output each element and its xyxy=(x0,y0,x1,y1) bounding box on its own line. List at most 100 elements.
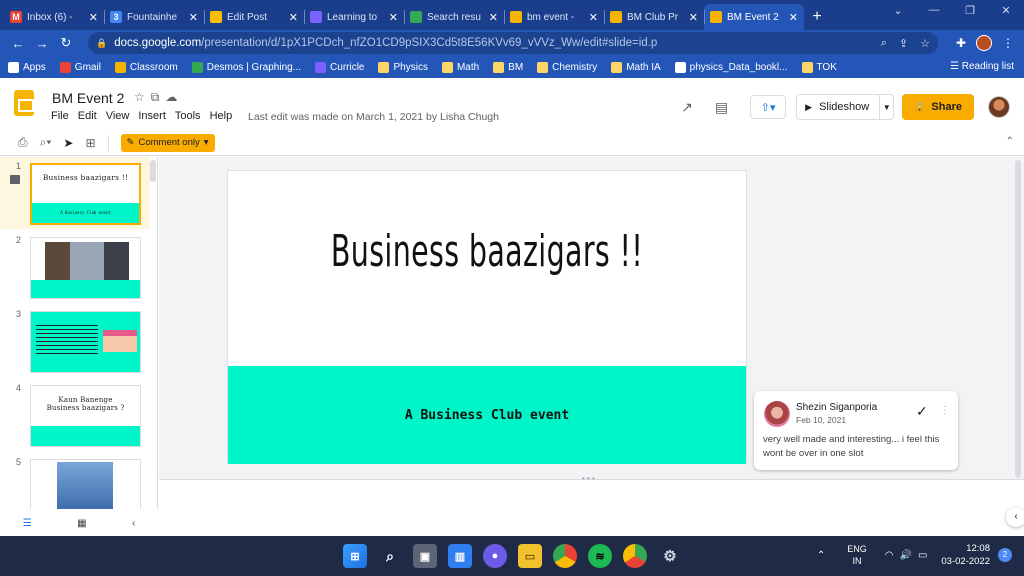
chrome-icon[interactable] xyxy=(553,544,577,568)
select-cursor-icon[interactable]: ➤ xyxy=(63,136,73,150)
bookmark-star-icon[interactable]: ☆ xyxy=(920,37,930,50)
file-explorer-icon[interactable]: ▭ xyxy=(518,544,542,568)
wifi-icon[interactable]: ◠ xyxy=(885,550,894,561)
browser-tab[interactable]: BM Club Pr ✕ xyxy=(604,4,704,30)
menu-tools[interactable]: Tools xyxy=(175,110,201,122)
bookmark-item[interactable]: Desmos | Graphing... xyxy=(191,61,301,73)
task-view-icon[interactable]: ▣ xyxy=(413,544,437,568)
back-arrow-icon[interactable]: ← xyxy=(6,36,30,51)
account-avatar[interactable] xyxy=(988,96,1010,118)
filmstrip-scrollbar[interactable] xyxy=(150,160,156,182)
close-tab-icon[interactable]: ✕ xyxy=(789,11,798,24)
bookmark-item[interactable]: Math IA xyxy=(611,61,661,73)
close-tab-icon[interactable]: ✕ xyxy=(189,11,198,24)
browser-tab[interactable]: 3 Fountainhe ✕ xyxy=(104,4,204,30)
settings-gear-icon[interactable]: ⚙ xyxy=(658,544,682,568)
move-folder-icon[interactable]: ⧉ xyxy=(151,90,166,104)
close-tab-icon[interactable]: ✕ xyxy=(289,11,298,24)
filmstrip-slide[interactable]: 1 Business baazigars !! A Business Club … xyxy=(0,157,150,229)
tab-search-icon[interactable]: ⌄ xyxy=(880,4,916,17)
extensions-puzzle-icon[interactable]: ✚ xyxy=(956,36,966,50)
filmstrip-slide[interactable]: 2 xyxy=(0,231,150,303)
slideshow-button[interactable]: ▶ Slideshow ▼ xyxy=(796,94,895,120)
browser-tab[interactable]: BM Event 2 ✕ xyxy=(704,4,804,30)
forward-arrow-icon[interactable]: → xyxy=(30,36,54,51)
canvas-scrollbar[interactable] xyxy=(1015,160,1021,478)
close-tab-icon[interactable]: ✕ xyxy=(389,11,398,24)
filmstrip-view-icon[interactable]: ☰ xyxy=(23,518,32,529)
mode-dropdown[interactable]: ✎ Comment only ▾ xyxy=(120,133,215,152)
side-panel-toggle-icon[interactable]: ‹ xyxy=(1006,507,1024,527)
reload-icon[interactable]: ↻ xyxy=(54,35,78,51)
comment-card[interactable]: Shezin Siganporia Feb 10, 2021 ✓ ⋮ very … xyxy=(754,391,958,470)
filmstrip-slide[interactable]: 3 xyxy=(0,305,150,377)
slideshow-dropdown-icon[interactable]: ▼ xyxy=(879,94,893,120)
current-slide[interactable]: Business baazigars !! A Business Club ev… xyxy=(227,170,747,464)
close-window-button[interactable]: ✕ xyxy=(988,4,1024,17)
system-clock[interactable]: 12:08 03-02-2022 xyxy=(941,542,990,568)
menu-view[interactable]: View xyxy=(106,110,130,122)
close-tab-icon[interactable]: ✕ xyxy=(489,11,498,24)
bookmark-item[interactable]: Classroom xyxy=(114,61,178,73)
browser-tab[interactable]: bm event - ✕ xyxy=(504,4,604,30)
notification-badge[interactable]: 2 xyxy=(998,548,1012,562)
menu-help[interactable]: Help xyxy=(210,110,233,122)
volume-icon[interactable]: 🔊 xyxy=(899,550,911,561)
browser-tab[interactable]: M Inbox (6) - ✕ xyxy=(4,4,104,30)
bookmark-item[interactable]: BM xyxy=(493,61,523,73)
share-page-icon[interactable]: ⇪ xyxy=(899,37,908,50)
share-button[interactable]: 🔒 Share xyxy=(902,94,974,120)
bookmark-item[interactable]: Gmail xyxy=(59,61,101,73)
menu-file[interactable]: File xyxy=(51,110,69,122)
speaker-notes-area[interactable] xyxy=(159,479,1024,536)
close-tab-icon[interactable]: ✕ xyxy=(89,11,98,24)
filmstrip-slide[interactable]: 5 xyxy=(0,453,150,509)
collapse-menus-icon[interactable]: ⌃ xyxy=(1006,136,1014,147)
menu-edit[interactable]: Edit xyxy=(78,110,97,122)
bookmark-item[interactable]: Chemistry xyxy=(537,61,597,73)
bookmark-item[interactable]: Physics xyxy=(378,61,428,73)
bookmark-item[interactable]: Apps xyxy=(8,61,46,73)
browser-tab[interactable]: Edit Post ✕ xyxy=(204,4,304,30)
activity-trend-icon[interactable]: ↗ xyxy=(681,99,693,116)
add-comment-icon[interactable]: ⊞ xyxy=(85,136,95,150)
document-title[interactable]: BM Event 2 xyxy=(52,90,124,106)
restore-button[interactable]: ❐ xyxy=(952,4,988,17)
widgets-icon[interactable]: ▥ xyxy=(448,544,472,568)
zoom-dropdown-icon[interactable]: ⌕▾ xyxy=(40,135,52,150)
windows-start-icon[interactable]: ⊞ xyxy=(343,544,367,568)
close-tab-icon[interactable]: ✕ xyxy=(689,11,698,24)
cloud-status-icon[interactable]: ☁ xyxy=(165,90,183,104)
url-omnibox[interactable]: 🔒 docs.google.com/presentation/d/1pX1PCD… xyxy=(88,32,938,54)
filmstrip-slide[interactable]: 4 Kaun Banenge Business baazigars ? xyxy=(0,379,150,451)
bookmark-item[interactable]: TOK xyxy=(801,61,837,73)
more-options-icon[interactable]: ⋮ xyxy=(940,405,950,416)
language-indicator[interactable]: ENG IN xyxy=(847,543,867,567)
star-icon[interactable]: ☆ xyxy=(134,90,151,104)
profile-avatar-icon[interactable] xyxy=(976,35,992,51)
zoom-icon[interactable]: ⌕ xyxy=(881,37,887,50)
reading-list-button[interactable]: ☰ Reading list xyxy=(950,61,1014,72)
bookmark-item[interactable]: Curricle xyxy=(315,61,364,73)
new-tab-icon[interactable]: + xyxy=(804,4,830,30)
browser-tab[interactable]: Learning to ✕ xyxy=(304,4,404,30)
collapse-panel-icon[interactable]: ‹ xyxy=(132,518,135,529)
bookmark-item[interactable]: physics_Data_bookl... xyxy=(674,61,788,73)
last-edit-link[interactable]: Last edit was made on March 1, 2021 by L… xyxy=(248,111,499,123)
chrome-profile-icon[interactable] xyxy=(623,544,647,568)
grid-view-icon[interactable]: ▦ xyxy=(77,518,86,529)
browser-tab[interactable]: Search resu ✕ xyxy=(404,4,504,30)
teams-chat-icon[interactable]: ● xyxy=(483,544,507,568)
comments-icon[interactable]: ▤ xyxy=(715,99,728,116)
print-icon[interactable]: ⎙ xyxy=(18,135,28,150)
spotify-icon[interactable]: ≋ xyxy=(588,544,612,568)
menu-insert[interactable]: Insert xyxy=(138,110,166,122)
slides-logo-icon[interactable] xyxy=(14,90,34,116)
chrome-menu-icon[interactable]: ⋮ xyxy=(1002,36,1014,50)
resolve-check-icon[interactable]: ✓ xyxy=(916,403,928,420)
close-tab-icon[interactable]: ✕ xyxy=(589,11,598,24)
bookmark-item[interactable]: Math xyxy=(441,61,479,73)
battery-icon[interactable]: ▭ xyxy=(918,550,927,561)
notes-resize-handle[interactable]: • • • xyxy=(582,474,595,483)
show-hidden-icons-chevron-icon[interactable]: ⌃ xyxy=(817,550,825,561)
